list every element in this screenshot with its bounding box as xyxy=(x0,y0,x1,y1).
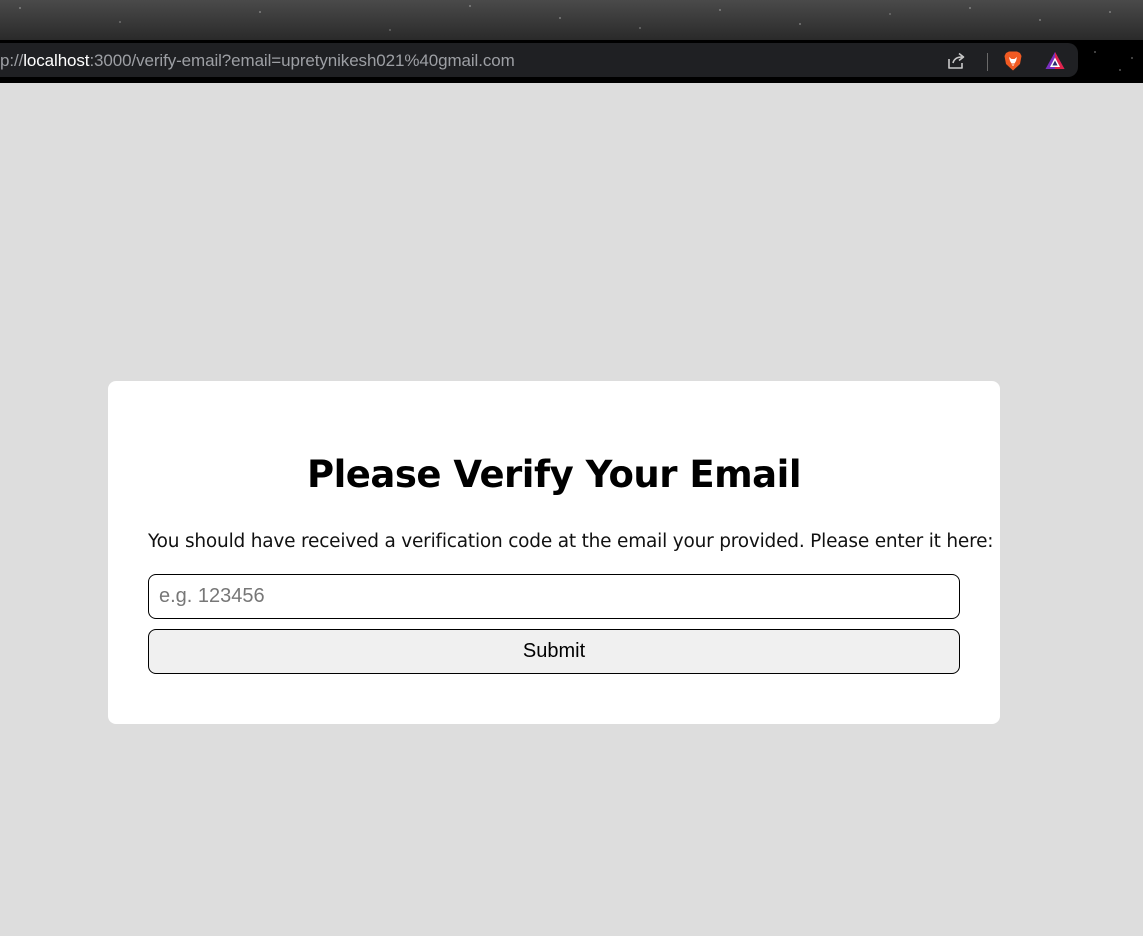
browser-toolbar: p://localhost:3000/verify-email?email=up… xyxy=(0,40,1143,83)
window-titlebar-strip xyxy=(0,0,1143,40)
page-content: Please Verify Your Email You should have… xyxy=(0,83,1143,936)
toolbar-separator xyxy=(987,53,988,71)
url-prefix: p:// xyxy=(0,51,24,70)
instructions-text: You should have received a verification … xyxy=(148,531,994,552)
verification-code-input[interactable] xyxy=(148,574,960,619)
url-host: localhost xyxy=(23,51,90,70)
url-path: :3000/verify-email?email=upretynikesh021… xyxy=(89,51,515,70)
submit-button[interactable]: Submit xyxy=(148,629,960,674)
share-icon[interactable] xyxy=(945,50,967,72)
brave-shield-icon[interactable] xyxy=(1002,50,1024,72)
brave-rewards-icon[interactable] xyxy=(1044,50,1066,72)
verify-email-card: Please Verify Your Email You should have… xyxy=(108,381,1000,724)
address-bar[interactable]: p://localhost:3000/verify-email?email=up… xyxy=(0,43,1078,77)
url-text[interactable]: p://localhost:3000/verify-email?email=up… xyxy=(0,51,515,71)
page-title: Please Verify Your Email xyxy=(306,453,802,496)
